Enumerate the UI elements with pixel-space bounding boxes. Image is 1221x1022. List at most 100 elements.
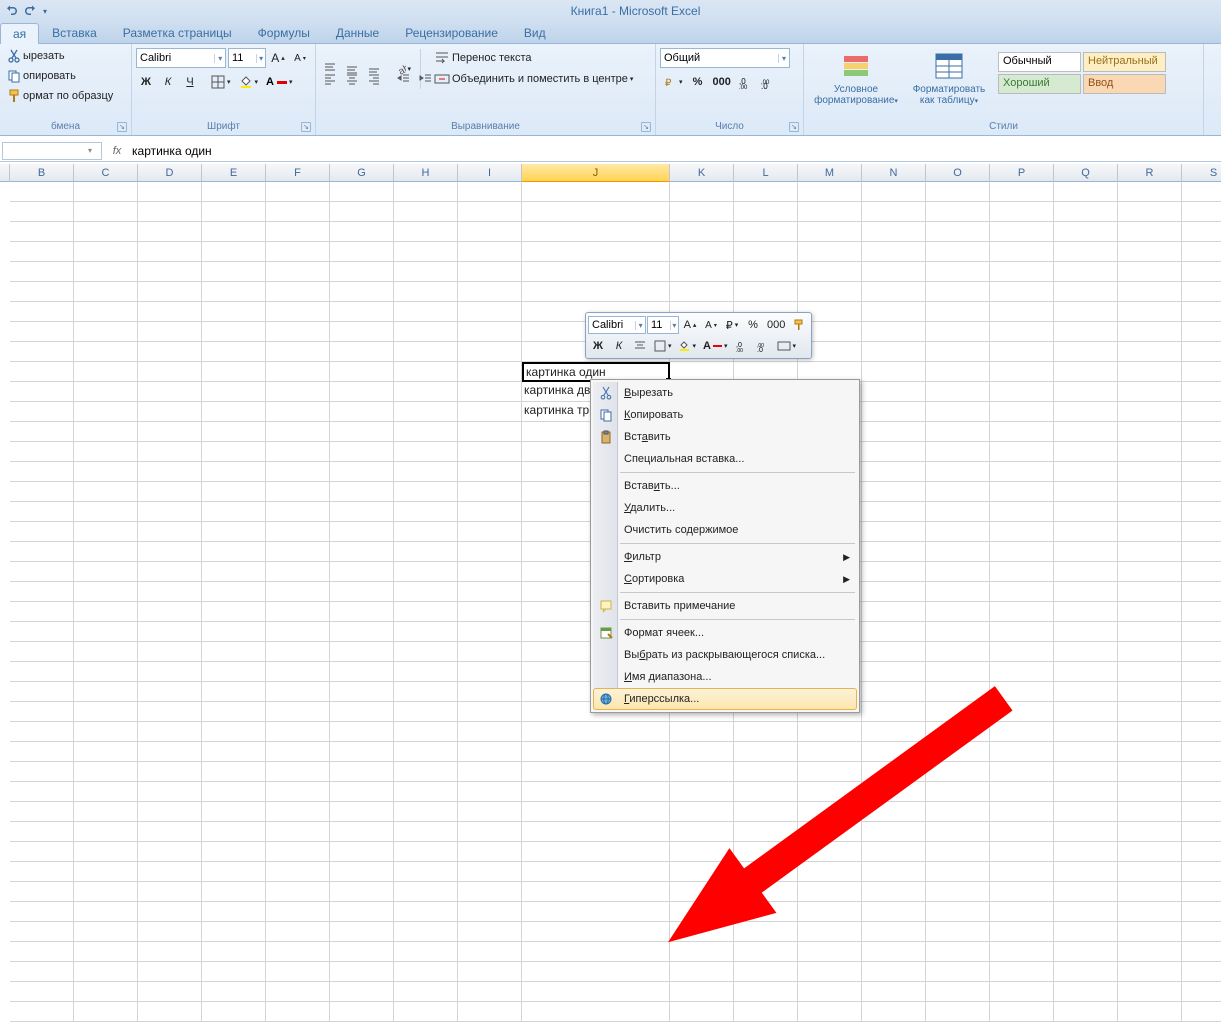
cell-M1[interactable] xyxy=(798,182,862,202)
cell-G35[interactable] xyxy=(330,862,394,882)
cell-P40[interactable] xyxy=(990,962,1054,982)
cell-E16[interactable] xyxy=(202,482,266,502)
cell-O9[interactable] xyxy=(926,342,990,362)
cell-L6[interactable] xyxy=(734,282,798,302)
cell-I23[interactable] xyxy=(458,622,522,642)
cell-K41[interactable] xyxy=(670,982,734,1002)
cell-H14[interactable] xyxy=(394,442,458,462)
cell-K37[interactable] xyxy=(670,902,734,922)
cell-O41[interactable] xyxy=(926,982,990,1002)
cell-M30[interactable] xyxy=(798,762,862,782)
mini-decrease-font[interactable]: A▾ xyxy=(701,315,721,335)
cell-J1[interactable] xyxy=(522,182,670,202)
cell-C11[interactable] xyxy=(74,382,138,402)
cell-D35[interactable] xyxy=(138,862,202,882)
col-header-J[interactable]: J xyxy=(522,164,670,182)
cell-E13[interactable] xyxy=(202,422,266,442)
cell-D13[interactable] xyxy=(138,422,202,442)
cell-R1[interactable] xyxy=(1118,182,1182,202)
cell-C14[interactable] xyxy=(74,442,138,462)
cell-H30[interactable] xyxy=(394,762,458,782)
cell-S14[interactable] xyxy=(1182,442,1221,462)
cell-G7[interactable] xyxy=(330,302,394,322)
mini-percent[interactable]: % xyxy=(743,315,763,335)
cell-Q40[interactable] xyxy=(1054,962,1118,982)
cell-H3[interactable] xyxy=(394,222,458,242)
cell-H28[interactable] xyxy=(394,722,458,742)
cell-P21[interactable] xyxy=(990,582,1054,602)
mini-border[interactable]: ▾ xyxy=(651,336,675,356)
cell-S29[interactable] xyxy=(1182,742,1221,762)
ctx-выбрать-из-раскрывающегося-списка-[interactable]: Выбрать из раскрывающегося списка... xyxy=(593,644,857,666)
thousands-button[interactable]: 000 xyxy=(710,72,734,92)
cell-Q37[interactable] xyxy=(1054,902,1118,922)
cell-S36[interactable] xyxy=(1182,882,1221,902)
cell-Q22[interactable] xyxy=(1054,602,1118,622)
cell-C34[interactable] xyxy=(74,842,138,862)
cell-R19[interactable] xyxy=(1118,542,1182,562)
cell-G38[interactable] xyxy=(330,922,394,942)
cell-K36[interactable] xyxy=(670,882,734,902)
cell-B23[interactable] xyxy=(10,622,74,642)
cell-S42[interactable] xyxy=(1182,1002,1221,1022)
cell-C19[interactable] xyxy=(74,542,138,562)
cell-G42[interactable] xyxy=(330,1002,394,1022)
number-launcher[interactable]: ↘ xyxy=(789,122,799,132)
cell-F20[interactable] xyxy=(266,562,330,582)
cell-C6[interactable] xyxy=(74,282,138,302)
cell-E5[interactable] xyxy=(202,262,266,282)
cell-Q4[interactable] xyxy=(1054,242,1118,262)
cell-C25[interactable] xyxy=(74,662,138,682)
cell-G2[interactable] xyxy=(330,202,394,222)
cell-B15[interactable] xyxy=(10,462,74,482)
cell-M32[interactable] xyxy=(798,802,862,822)
cell-I35[interactable] xyxy=(458,862,522,882)
font-launcher[interactable]: ↘ xyxy=(301,122,311,132)
cell-P27[interactable] xyxy=(990,702,1054,722)
cell-G37[interactable] xyxy=(330,902,394,922)
ctx-удалить-[interactable]: Удалить... xyxy=(593,497,857,519)
cell-D6[interactable] xyxy=(138,282,202,302)
cell-G19[interactable] xyxy=(330,542,394,562)
ctx-фильтр[interactable]: Фильтр▶ xyxy=(593,546,857,568)
cell-Q14[interactable] xyxy=(1054,442,1118,462)
cell-O18[interactable] xyxy=(926,522,990,542)
cell-P14[interactable] xyxy=(990,442,1054,462)
cell-E40[interactable] xyxy=(202,962,266,982)
cell-N33[interactable] xyxy=(862,822,926,842)
cell-H40[interactable] xyxy=(394,962,458,982)
cell-P3[interactable] xyxy=(990,222,1054,242)
cell-O11[interactable] xyxy=(926,382,990,402)
cell-R14[interactable] xyxy=(1118,442,1182,462)
font-name-combo[interactable]: ▾ xyxy=(136,48,226,68)
cell-Q24[interactable] xyxy=(1054,642,1118,662)
cell-S37[interactable] xyxy=(1182,902,1221,922)
ctx-имя-диапазона-[interactable]: Имя диапазона... xyxy=(593,666,857,688)
cell-M34[interactable] xyxy=(798,842,862,862)
cell-B25[interactable] xyxy=(10,662,74,682)
mini-italic[interactable]: К xyxy=(609,336,629,356)
cell-H12[interactable] xyxy=(394,402,458,422)
cell-G28[interactable] xyxy=(330,722,394,742)
cell-N14[interactable] xyxy=(862,442,926,462)
cell-I6[interactable] xyxy=(458,282,522,302)
cell-K1[interactable] xyxy=(670,182,734,202)
cell-R39[interactable] xyxy=(1118,942,1182,962)
cell-Q27[interactable] xyxy=(1054,702,1118,722)
cell-Q21[interactable] xyxy=(1054,582,1118,602)
cell-F25[interactable] xyxy=(266,662,330,682)
cell-G20[interactable] xyxy=(330,562,394,582)
cell-Q17[interactable] xyxy=(1054,502,1118,522)
cell-G30[interactable] xyxy=(330,762,394,782)
cell-R38[interactable] xyxy=(1118,922,1182,942)
cell-D23[interactable] xyxy=(138,622,202,642)
cell-I30[interactable] xyxy=(458,762,522,782)
cell-S16[interactable] xyxy=(1182,482,1221,502)
cell-L39[interactable] xyxy=(734,942,798,962)
cell-L38[interactable] xyxy=(734,922,798,942)
cell-I15[interactable] xyxy=(458,462,522,482)
cell-P41[interactable] xyxy=(990,982,1054,1002)
cell-J33[interactable] xyxy=(522,822,670,842)
cell-G17[interactable] xyxy=(330,502,394,522)
cell-O28[interactable] xyxy=(926,722,990,742)
